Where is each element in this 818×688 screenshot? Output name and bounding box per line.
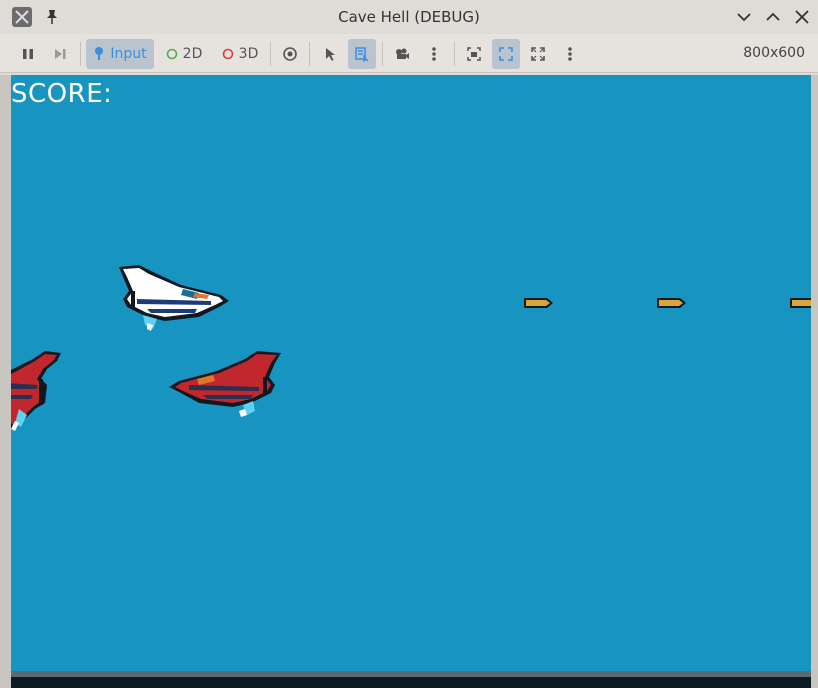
- camera-icon: [396, 48, 409, 59]
- screen-capture-icon: [467, 47, 481, 61]
- debug-toolbar: Input 2D 3D: [0, 34, 818, 73]
- bullet: [524, 298, 553, 308]
- pause-button[interactable]: [16, 39, 40, 69]
- window-title: Cave Hell (DEBUG): [338, 8, 480, 26]
- expand-icon: [531, 47, 545, 61]
- game-viewport[interactable]: SCORE:: [11, 75, 811, 671]
- toolbar-divider: [270, 42, 271, 66]
- step-forward-icon: [55, 49, 66, 59]
- input-toggle-button[interactable]: Input: [86, 39, 154, 69]
- eye-icon: [283, 47, 297, 61]
- toolbar-divider: [382, 42, 383, 66]
- background-taskbar: [11, 677, 811, 688]
- step-frame-button[interactable]: [48, 39, 72, 69]
- mode-2d-button[interactable]: 2D: [160, 39, 208, 69]
- visibility-button[interactable]: [278, 39, 302, 69]
- camera-button[interactable]: [390, 39, 414, 69]
- mode-2d-label: 2D: [182, 46, 203, 62]
- bullet: [790, 298, 811, 308]
- screenshot-button[interactable]: [462, 39, 486, 69]
- select-mode-button[interactable]: [318, 39, 342, 69]
- cursor-arrow-icon: [326, 48, 335, 61]
- circle-3d-icon: [222, 48, 233, 60]
- toolbar-divider: [309, 42, 310, 66]
- view-options-button[interactable]: [560, 39, 580, 69]
- toolbar-divider: [80, 42, 81, 66]
- mode-3d-button[interactable]: 3D: [216, 39, 264, 69]
- more-vertical-icon: [568, 47, 572, 61]
- close-button[interactable]: [791, 6, 813, 28]
- camera-options-button[interactable]: [424, 39, 444, 69]
- title-bar: Cave Hell (DEBUG): [0, 0, 818, 34]
- app-window: Cave Hell (DEBUG) Input 2D 3D 800x600 SC…: [0, 0, 818, 688]
- score-label: SCORE:: [11, 79, 113, 109]
- chevron-down-icon: [737, 13, 751, 22]
- bullet: [657, 298, 686, 308]
- more-vertical-icon: [432, 47, 436, 61]
- toolbar-divider: [454, 42, 455, 66]
- list-select-button[interactable]: [348, 39, 376, 69]
- enemy-ship: [169, 351, 281, 417]
- mode-3d-label: 3D: [238, 46, 259, 62]
- fit-view-button[interactable]: [492, 39, 520, 69]
- list-select-icon: [355, 47, 369, 62]
- minimize-button[interactable]: [733, 6, 755, 28]
- maximize-button[interactable]: [762, 6, 784, 28]
- close-icon: [795, 10, 809, 24]
- joystick-icon: [95, 47, 104, 60]
- fullscreen-button[interactable]: [526, 39, 550, 69]
- resolution-readout: 800x600: [743, 45, 805, 61]
- circle-2d-icon: [166, 48, 177, 60]
- fit-screen-icon: [499, 47, 513, 61]
- chevron-up-icon: [766, 12, 780, 21]
- background-window-edge: [0, 75, 11, 688]
- background-window-edge: [811, 75, 818, 688]
- player-ship: [119, 265, 229, 331]
- enemy-ship: [11, 351, 61, 431]
- input-toggle-label: Input: [110, 46, 147, 62]
- pause-icon: [23, 49, 33, 59]
